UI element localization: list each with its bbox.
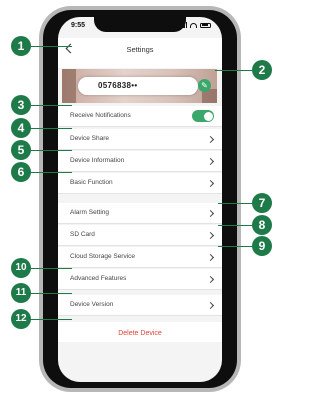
chevron-right-icon xyxy=(206,135,215,144)
callout-leader xyxy=(30,150,72,151)
chevron-right-icon xyxy=(206,209,215,218)
row-label: Receive Notifications xyxy=(70,112,131,119)
toggle-knob xyxy=(203,111,213,121)
row-basic-function[interactable]: Basic Function xyxy=(58,173,222,194)
chevron-right-icon xyxy=(206,157,215,166)
row-device-information[interactable]: Device Information xyxy=(58,151,222,172)
callout-3: 3 xyxy=(11,95,31,115)
callout-10: 10 xyxy=(11,258,31,278)
callout-1: 1 xyxy=(11,36,31,56)
callout-leader xyxy=(218,225,254,226)
callout-leader xyxy=(218,203,254,204)
callout-leader xyxy=(30,105,72,106)
callout-4: 4 xyxy=(11,118,31,138)
signal-icon xyxy=(178,22,187,28)
callout-5: 5 xyxy=(11,140,31,160)
battery-icon xyxy=(200,22,211,28)
row-device-share[interactable]: Device Share xyxy=(58,129,222,150)
row-label: Alarm Setting xyxy=(70,209,110,216)
callout-leader xyxy=(30,128,72,129)
status-icons xyxy=(178,22,211,28)
device-name: 0576838•• xyxy=(98,81,138,90)
row-label: Device Share xyxy=(70,135,110,142)
callout-leader xyxy=(30,172,72,173)
callout-6: 6 xyxy=(11,162,31,182)
settings-header: Settings xyxy=(58,38,222,68)
row-label: Advanced Features xyxy=(70,275,127,282)
chevron-right-icon xyxy=(206,275,215,284)
callout-8: 8 xyxy=(252,215,272,235)
wifi-icon xyxy=(190,22,197,28)
delete-device-label: Delete Device xyxy=(118,330,162,337)
row-cloud-storage[interactable]: Cloud Storage Service xyxy=(58,247,222,268)
row-receive-notifications: Receive Notifications xyxy=(58,106,222,127)
banner-decoration xyxy=(62,69,76,103)
callout-11: 11 xyxy=(11,283,31,303)
callout-2: 2 xyxy=(252,60,272,80)
callout-9: 9 xyxy=(252,236,272,256)
callout-leader xyxy=(30,268,72,269)
row-label: SD Card xyxy=(70,231,95,238)
callout-leader xyxy=(30,319,72,320)
app-screen: 9:55 Settings 0576838•• ✎ Receive Notifi… xyxy=(58,17,222,382)
chevron-right-icon xyxy=(206,231,215,240)
row-device-version[interactable]: Device Version xyxy=(58,295,222,316)
callout-7: 7 xyxy=(252,193,272,213)
notifications-toggle[interactable] xyxy=(192,110,214,122)
pencil-icon: ✎ xyxy=(201,81,208,90)
status-time: 9:55 xyxy=(71,22,86,29)
callout-leader xyxy=(218,246,254,247)
callout-leader xyxy=(30,46,72,47)
row-label: Device Information xyxy=(70,157,125,164)
row-label: Basic Function xyxy=(70,179,113,186)
phone-notch xyxy=(94,17,186,32)
row-label: Device Version xyxy=(70,301,114,308)
callout-12: 12 xyxy=(11,309,31,329)
chevron-right-icon xyxy=(206,301,215,310)
row-label: Cloud Storage Service xyxy=(70,253,136,260)
edit-name-button[interactable]: ✎ xyxy=(198,79,211,92)
chevron-right-icon xyxy=(206,179,215,188)
row-advanced-features[interactable]: Advanced Features xyxy=(58,269,222,290)
device-name-pill xyxy=(78,77,198,95)
row-alarm-setting[interactable]: Alarm Setting xyxy=(58,203,222,224)
device-banner: 0576838•• ✎ xyxy=(62,69,217,103)
page-title: Settings xyxy=(126,45,154,54)
delete-device-button[interactable]: Delete Device xyxy=(58,322,222,342)
row-sd-card[interactable]: SD Card xyxy=(58,225,222,246)
callout-leader xyxy=(215,70,252,71)
callout-leader xyxy=(30,293,72,294)
chevron-right-icon xyxy=(206,253,215,262)
